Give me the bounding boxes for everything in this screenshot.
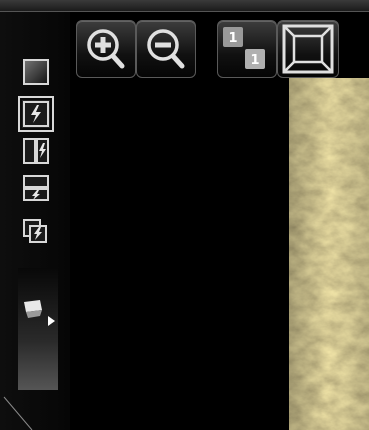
actual-size-icon: 1 1 bbox=[223, 27, 265, 69]
zoom-in-button[interactable] bbox=[76, 20, 136, 78]
resize-corner bbox=[3, 396, 33, 430]
title-bar bbox=[0, 0, 369, 12]
flash-view-icon bbox=[23, 101, 49, 127]
zoom-out-button[interactable] bbox=[136, 20, 196, 78]
side-by-side-view-icon bbox=[23, 138, 49, 164]
top-bottom-view-button[interactable] bbox=[22, 174, 50, 202]
side-by-side-view-button[interactable] bbox=[22, 137, 50, 165]
overlay-view-icon bbox=[23, 219, 47, 243]
actual-size-badge-bottom: 1 bbox=[250, 53, 259, 68]
overlay-view-button[interactable] bbox=[22, 218, 50, 246]
photo-texture bbox=[289, 78, 369, 430]
fit-window-button[interactable] bbox=[277, 20, 339, 78]
actual-size-badge-top: 1 bbox=[228, 31, 237, 46]
exposure-slider[interactable] bbox=[18, 268, 58, 390]
flash-view-button[interactable] bbox=[18, 96, 54, 132]
top-bottom-view-icon bbox=[23, 175, 49, 201]
zoom-in-icon bbox=[87, 29, 125, 69]
zoom-out-icon bbox=[147, 29, 185, 69]
single-view-button[interactable] bbox=[22, 58, 50, 86]
single-view-icon bbox=[23, 59, 49, 85]
actual-size-button[interactable]: 1 1 bbox=[217, 20, 277, 78]
fit-window-icon bbox=[282, 24, 334, 74]
light-source-icon bbox=[24, 300, 55, 326]
photo-viewport[interactable] bbox=[289, 78, 369, 430]
